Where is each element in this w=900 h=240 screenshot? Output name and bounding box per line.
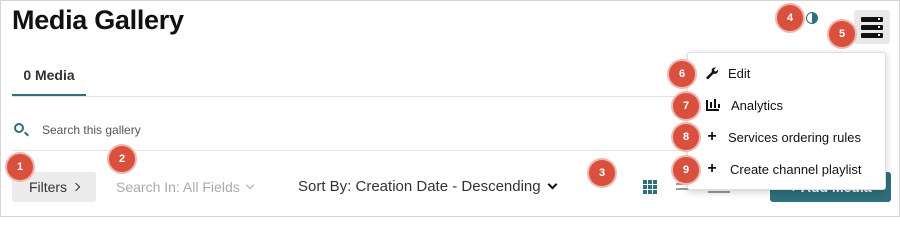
contrast-icon[interactable] bbox=[806, 12, 818, 24]
menu-bar-icon bbox=[861, 16, 883, 22]
annotation-badge: 5 bbox=[829, 21, 855, 47]
actions-menu-button[interactable] bbox=[854, 10, 890, 44]
wrench-icon bbox=[705, 66, 719, 80]
menu-item-label: Edit bbox=[728, 65, 751, 81]
menu-bar-icon bbox=[861, 32, 883, 38]
menu-item-create-channel-playlist[interactable]: + Create channel playlist bbox=[688, 155, 887, 183]
search-in-label: Search In: All Fields bbox=[116, 179, 240, 195]
tab-media[interactable]: 0 Media bbox=[12, 55, 86, 97]
annotation-badge: 3 bbox=[589, 160, 615, 186]
chevron-down-icon bbox=[547, 179, 558, 190]
annotation-badge: 6 bbox=[669, 61, 695, 87]
search-icon bbox=[14, 123, 24, 133]
menu-item-label: Analytics bbox=[731, 97, 784, 113]
sort-by-label: Sort By: Creation Date - Descending bbox=[298, 178, 541, 195]
annotation-badge: 7 bbox=[673, 93, 699, 119]
annotation-badge: 2 bbox=[109, 146, 135, 172]
search-in-dropdown[interactable]: Search In: All Fields bbox=[116, 179, 254, 195]
menu-item-services-ordering-rules[interactable]: + Services ordering rules bbox=[688, 123, 887, 151]
menu-bar-icon bbox=[861, 24, 883, 30]
actions-dropdown-menu: Edit Analytics + Services ordering rules… bbox=[687, 52, 886, 190]
search-input[interactable] bbox=[42, 120, 542, 140]
menu-item-label: Services ordering rules bbox=[728, 129, 861, 145]
annotation-badge: 4 bbox=[777, 5, 803, 31]
tab-divider bbox=[12, 96, 692, 97]
chevron-right-icon bbox=[71, 182, 81, 192]
annotation-badge: 9 bbox=[673, 157, 699, 183]
page-title: Media Gallery bbox=[12, 5, 184, 35]
filters-label: Filters bbox=[28, 179, 68, 195]
menu-item-analytics[interactable]: Analytics bbox=[688, 91, 887, 119]
plus-icon: + bbox=[707, 160, 717, 177]
sort-by-dropdown[interactable]: Sort By: Creation Date - Descending bbox=[298, 178, 558, 195]
grid-view-icon[interactable] bbox=[643, 180, 657, 194]
plus-icon: + bbox=[707, 128, 717, 145]
menu-item-edit[interactable]: Edit bbox=[688, 59, 887, 87]
bar-chart-icon bbox=[705, 98, 720, 112]
annotation-badge: 1 bbox=[7, 154, 33, 180]
annotation-badge: 8 bbox=[673, 124, 699, 150]
menu-item-label: Create channel playlist bbox=[730, 161, 862, 177]
chevron-down-icon bbox=[245, 180, 254, 190]
